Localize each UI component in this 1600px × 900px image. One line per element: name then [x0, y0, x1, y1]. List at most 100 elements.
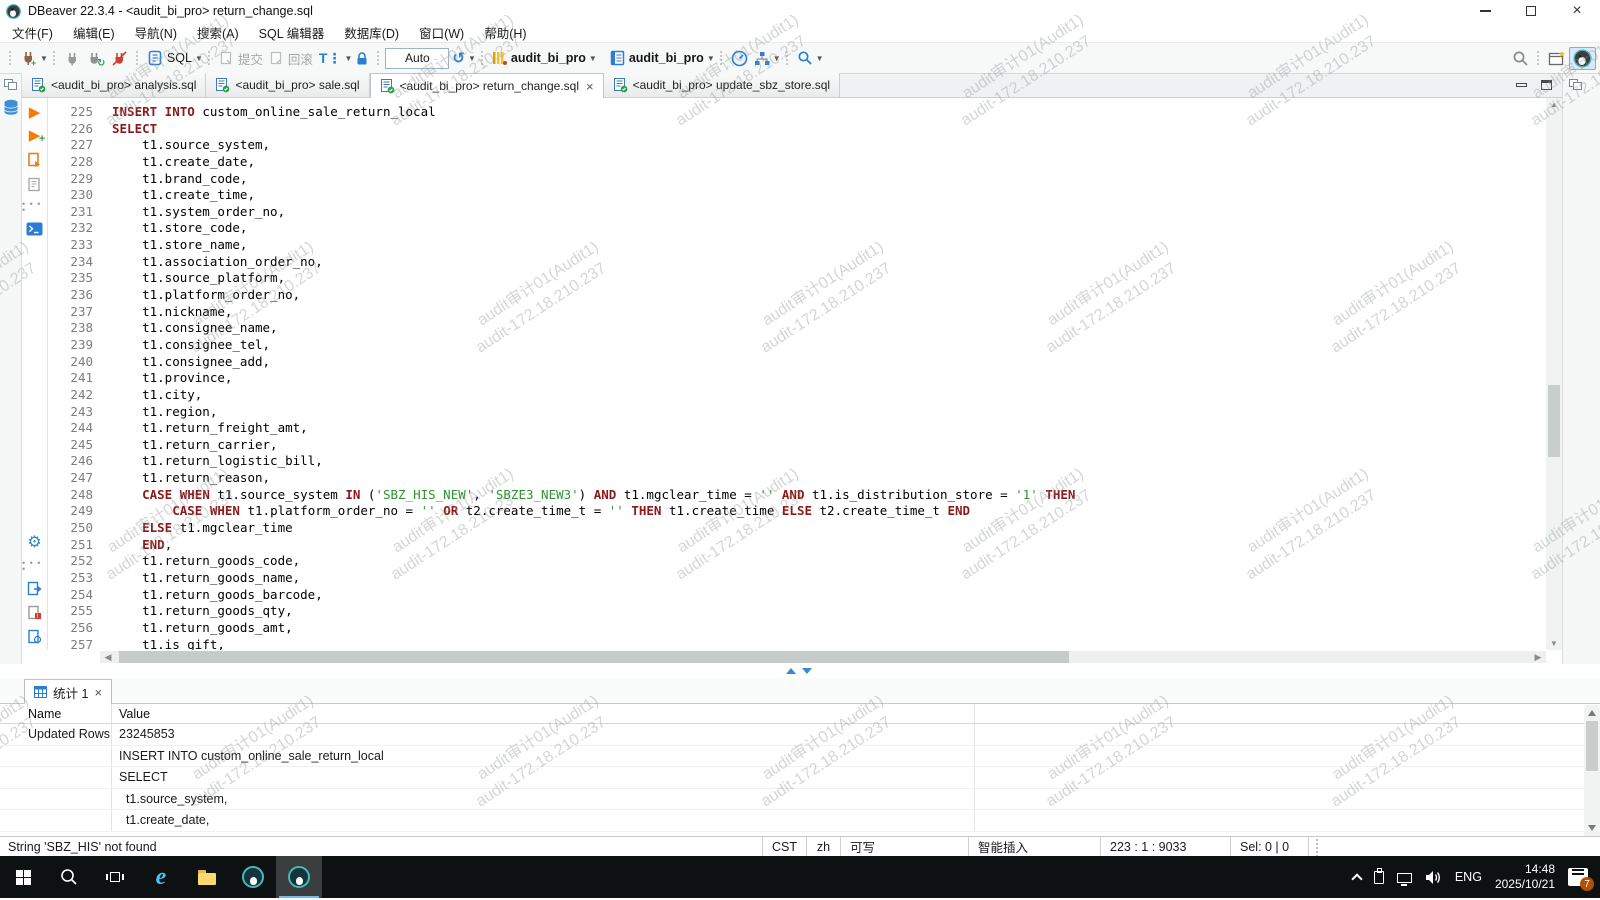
open-perspective-button[interactable]	[1545, 45, 1569, 71]
status-caret-position[interactable]: 223 : 1 : 9033	[1100, 837, 1230, 856]
panel-scrollbar[interactable]	[1584, 705, 1600, 836]
editor-vertical-scrollbar[interactable]: ▲ ▼	[1546, 98, 1562, 650]
close-button[interactable]: ×	[1554, 0, 1600, 22]
scroll-thumb[interactable]	[1548, 385, 1560, 457]
diagram-dropdown-caret[interactable]: ▼	[773, 54, 781, 63]
editor-tab[interactable]: <audit_bi_pro> analysis.sql	[22, 73, 206, 97]
menu-item-2[interactable]: 导航(N)	[125, 22, 187, 42]
restore-views-button[interactable]	[4, 79, 17, 90]
status-language[interactable]: zh	[806, 837, 840, 856]
error-log-button[interactable]: !	[27, 605, 42, 620]
connect-button[interactable]	[61, 45, 84, 71]
network-tray-icon[interactable]	[1397, 873, 1412, 883]
text-transform-button[interactable]: T⋮	[316, 45, 345, 71]
restore-right-views-button[interactable]	[1569, 79, 1582, 90]
export-result-button[interactable]	[27, 581, 42, 596]
tab-close-icon[interactable]: ×	[586, 79, 594, 94]
tray-expand-chevron[interactable]	[1351, 873, 1362, 884]
database-navigator-icon[interactable]	[3, 99, 19, 116]
history-dropdown-caret[interactable]: ▼	[468, 54, 476, 63]
menu-item-1[interactable]: 编辑(E)	[63, 22, 125, 42]
name-column-header[interactable]: Name	[0, 704, 112, 723]
taskbar-search-button[interactable]	[46, 856, 92, 898]
sash-collapse-up-icon[interactable]	[786, 668, 796, 674]
editor-tab[interactable]: <audit_bi_pro> update_sbz_store.sql	[604, 73, 840, 97]
maximize-editor-button[interactable]	[1541, 80, 1552, 90]
dbeaver-taskbar-button-active[interactable]	[276, 856, 322, 898]
explain-plan-button[interactable]	[27, 177, 42, 192]
output-view-button[interactable]	[27, 629, 42, 644]
sql-dropdown-caret[interactable]: ▼	[195, 54, 203, 63]
table-row[interactable]: SELECT	[0, 767, 1600, 789]
lock-button[interactable]	[352, 45, 372, 71]
disconnect-button[interactable]	[108, 45, 131, 71]
dashboard-button[interactable]	[728, 45, 751, 71]
table-row[interactable]: t1.create_date,	[0, 810, 1600, 832]
value-column-header[interactable]: Value	[112, 704, 975, 723]
scroll-left-arrow[interactable]: ◀	[100, 650, 116, 664]
table-row[interactable]: INSERT INTO custom_online_sale_return_lo…	[0, 746, 1600, 768]
statistics-tab[interactable]: 统计 1 ×	[24, 679, 112, 704]
scroll-thumb[interactable]	[1586, 721, 1598, 771]
input-language[interactable]: ENG	[1455, 870, 1482, 884]
menu-item-5[interactable]: 数据库(D)	[334, 22, 409, 42]
minimize-button[interactable]	[1462, 0, 1508, 22]
table-row[interactable]: Updated Rows23245853	[0, 724, 1600, 746]
scroll-right-arrow[interactable]: ▶	[1530, 650, 1546, 664]
code-viewport[interactable]: 225INSERT INTO custom_online_sale_return…	[48, 98, 1546, 650]
volume-icon[interactable]	[1425, 870, 1442, 885]
dbeaver-perspective-button[interactable]	[1569, 47, 1596, 70]
sql-editor-button[interactable]: SQL	[144, 45, 195, 71]
action-center-button[interactable]: 7	[1568, 868, 1588, 886]
execute-statement-button[interactable]: ▶	[29, 106, 41, 120]
usb-tray-icon[interactable]	[1374, 871, 1384, 884]
connection-selector[interactable]: audit_bi_pro	[489, 45, 589, 71]
scroll-down-arrow[interactable]: ▼	[1546, 639, 1562, 648]
editor-tab[interactable]: <audit_bi_pro> return_change.sql×	[370, 73, 604, 98]
scroll-up-arrow[interactable]	[1588, 710, 1596, 716]
hscroll-thumb[interactable]	[119, 651, 1069, 663]
scroll-down-arrow[interactable]	[1588, 825, 1596, 831]
search-button[interactable]	[794, 45, 816, 71]
panel-sash[interactable]	[0, 664, 1600, 678]
connection-dropdown-caret[interactable]: ▼	[40, 54, 48, 63]
search-dropdown-caret[interactable]: ▼	[816, 54, 824, 63]
schema-select-caret[interactable]: ▼	[707, 54, 715, 63]
transform-dropdown-caret[interactable]: ▼	[344, 54, 352, 63]
status-timezone[interactable]: CST	[762, 837, 806, 856]
sash-collapse-down-icon[interactable]	[802, 668, 812, 674]
editor-horizontal-scrollbar[interactable]: ◀ ▶	[22, 650, 1562, 664]
menu-item-4[interactable]: SQL 编辑器	[249, 22, 335, 42]
menu-item-7[interactable]: 帮助(H)	[474, 22, 536, 42]
dbeaver-taskbar-button[interactable]	[230, 856, 276, 898]
menu-item-3[interactable]: 搜索(A)	[187, 22, 249, 42]
connection-select-caret[interactable]: ▼	[589, 54, 597, 63]
reconnect-button[interactable]: ↻	[84, 45, 108, 71]
start-button[interactable]	[0, 856, 46, 898]
execute-script-button[interactable]	[27, 152, 43, 168]
menu-item-6[interactable]: 窗口(W)	[409, 22, 474, 42]
quick-search-button[interactable]	[1509, 45, 1532, 71]
table-row[interactable]: t1.source_system,	[0, 789, 1600, 811]
status-writable[interactable]: 可写	[840, 837, 968, 856]
rollback-button[interactable]: 回滚	[266, 45, 316, 71]
scroll-up-arrow[interactable]: ▲	[1546, 100, 1562, 109]
taskbar-clock[interactable]: 14:48 2025/10/21	[1495, 862, 1555, 892]
status-insert-mode[interactable]: 智能插入	[968, 837, 1100, 856]
maximize-button[interactable]	[1508, 0, 1554, 22]
file-explorer-button[interactable]	[184, 856, 230, 898]
transaction-mode-select[interactable]: Auto	[385, 48, 449, 69]
transaction-log-button[interactable]: ↺	[449, 45, 468, 71]
execute-new-tab-button[interactable]: ▶+	[29, 129, 41, 143]
menu-item-0[interactable]: 文件(F)	[2, 22, 63, 42]
editor-tab[interactable]: <audit_bi_pro> sale.sql	[206, 73, 369, 97]
editor-settings-gear-icon[interactable]: ⚙	[27, 535, 41, 551]
schema-selector[interactable]: audit_bi_pro	[607, 45, 707, 71]
task-view-button[interactable]	[92, 856, 138, 898]
internet-explorer-button[interactable]: e	[138, 856, 184, 898]
er-diagram-button[interactable]	[751, 45, 773, 71]
open-terminal-button[interactable]	[26, 222, 43, 236]
minimize-editor-button[interactable]	[1516, 83, 1527, 87]
tab-close-icon[interactable]: ×	[94, 685, 102, 700]
new-connection-button[interactable]: +	[17, 45, 40, 71]
